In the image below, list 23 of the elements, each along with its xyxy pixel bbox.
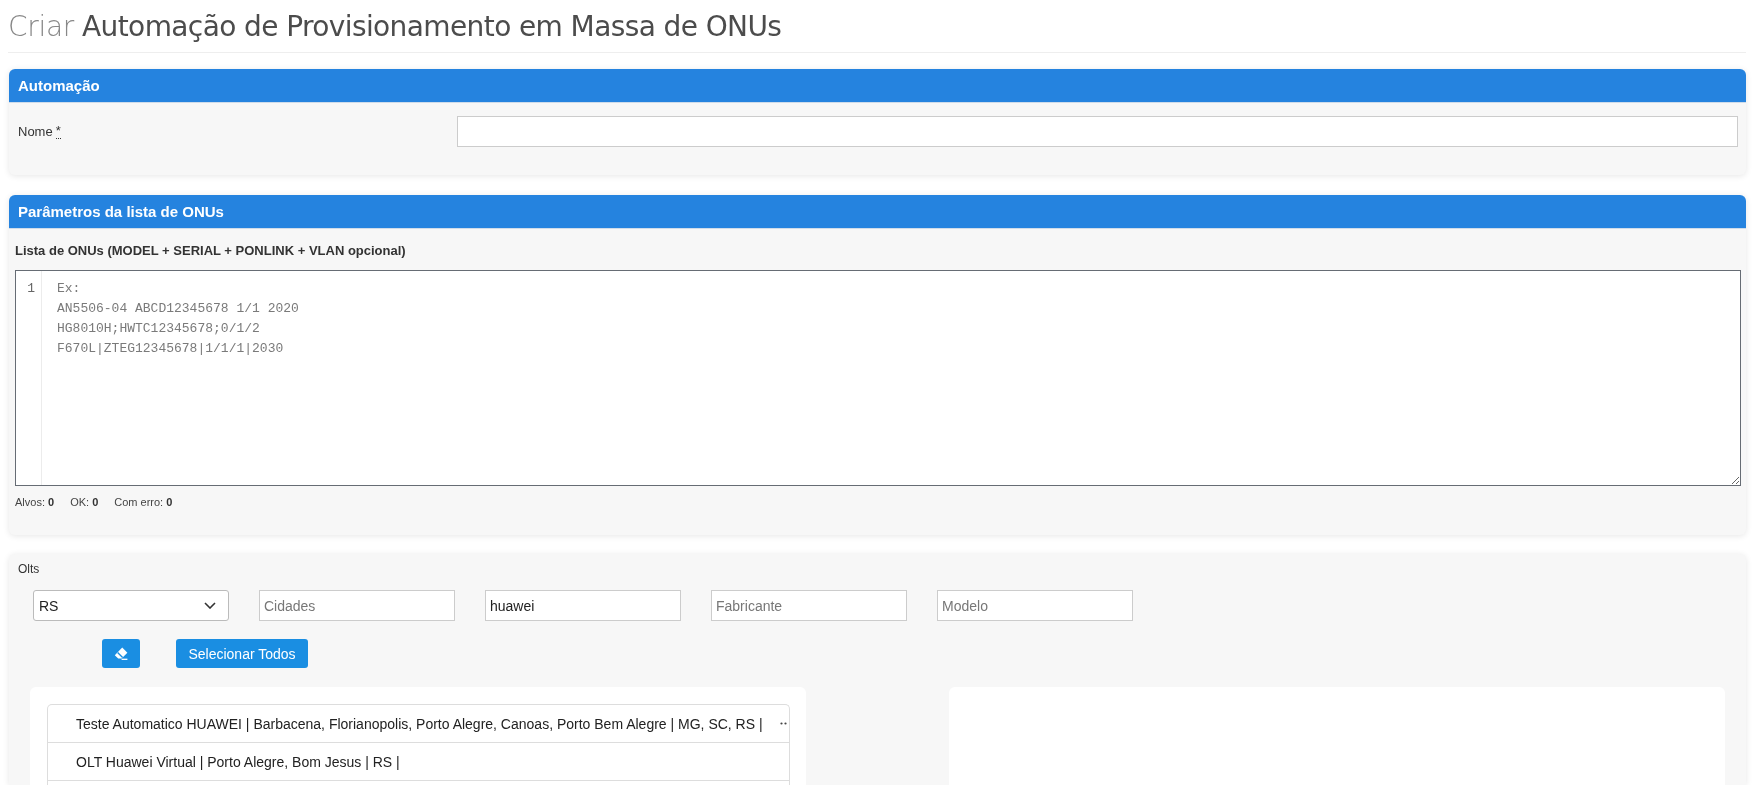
section-label: Olts [17, 562, 41, 576]
chevron-down-icon [204, 602, 216, 609]
title-prefix: Criar [8, 9, 74, 43]
filter-field[interactable]: Modelo [937, 590, 1133, 621]
olt-list-item[interactable]: Teste Automatico HUAWEI | Barbacena, Florianopolis, Porto Alegre, Canoas, Porto Bem Alegre | MG, SC, RS | [48, 705, 789, 743]
counter-text: Alvos: 0 [15, 496, 55, 508]
eraser-icon [114, 647, 128, 660]
state-select[interactable]: RS [33, 590, 229, 621]
filter-field[interactable]: huawei [485, 590, 681, 621]
required-mark: * [55, 124, 61, 139]
filter-field[interactable]: Fabricante [711, 590, 907, 621]
page-title: Automação de Provisionamento em Massa de ONUs [82, 9, 782, 43]
counter-text: Com erro: 0 [114, 496, 173, 508]
line-number: 1 [26, 280, 36, 298]
clear-filters-button[interactable] [102, 639, 140, 668]
filter-field[interactable]: Cidades [259, 590, 455, 621]
olt-list-item[interactable]: OLT Huawei Virtual | Porto Alegre, Bom Jesus | RS | [48, 743, 789, 781]
name-input-field[interactable] [457, 116, 1738, 147]
editor-label: Lista de ONUs (MODEL + SERIAL + PONLINK + VLAN opcional) [15, 242, 407, 260]
field-label: Nome [18, 124, 53, 139]
counter-text: OK: 0 [70, 496, 99, 508]
panel-header: Automação [9, 69, 1746, 103]
panel-header: Parâmetros da lista de ONUs [9, 195, 1746, 229]
